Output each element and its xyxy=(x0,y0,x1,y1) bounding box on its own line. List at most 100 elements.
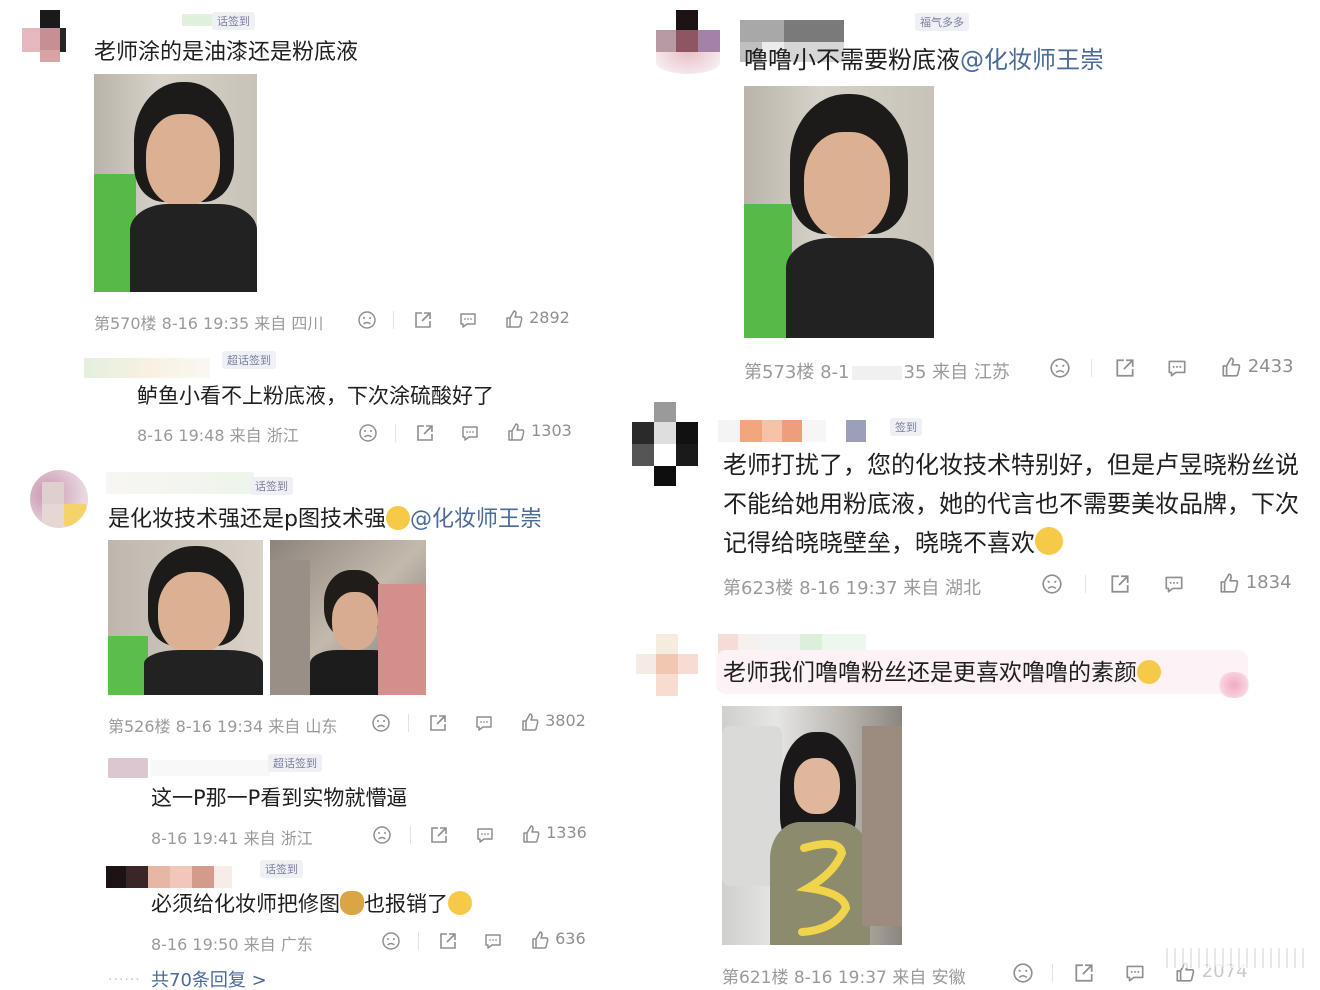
like-icon xyxy=(1218,572,1240,594)
like-button[interactable]: 2892 xyxy=(504,308,570,329)
dislike-icon[interactable] xyxy=(381,930,401,951)
reply-meta: 8-16 19:41 来自 浙江 xyxy=(151,825,313,849)
divider xyxy=(418,932,419,950)
supertopic-badge: 话签到 xyxy=(250,477,293,495)
reply-username-blur[interactable] xyxy=(150,760,270,776)
comment-icon[interactable] xyxy=(1124,962,1146,984)
like-button[interactable]: 1303 xyxy=(506,421,572,442)
timestamp: 8-16 19:37 xyxy=(793,968,887,988)
watermark-logo xyxy=(1160,938,1310,978)
more-replies-link[interactable]: 共70条回复 > xyxy=(151,966,267,990)
like-button[interactable]: 1834 xyxy=(1218,572,1292,594)
location: 来自 安徽 xyxy=(892,968,966,988)
location: 来自 江苏 xyxy=(932,362,1010,383)
timestamp: 8-16 19:48 xyxy=(137,426,225,445)
reply-meta: 8-16 19:48 来自 浙江 xyxy=(137,422,299,446)
share-icon[interactable] xyxy=(428,712,448,733)
user-avatar[interactable] xyxy=(636,634,698,696)
share-icon[interactable] xyxy=(415,422,435,443)
supertopic-badge: 超话签到 xyxy=(268,754,322,772)
comment-photo[interactable] xyxy=(722,706,902,945)
comment-icon[interactable] xyxy=(1166,357,1188,379)
comment-text: 老师我们噜噜粉丝还是更喜欢噜噜的素颜 xyxy=(723,660,1161,686)
reply-username-blur[interactable] xyxy=(106,866,232,888)
comment-icon[interactable] xyxy=(1163,573,1185,595)
comment-photo-2[interactable] xyxy=(270,540,426,695)
floor-number: 第526楼 xyxy=(108,717,171,736)
dislike-icon[interactable] xyxy=(1041,573,1063,595)
divider xyxy=(410,826,411,844)
location: 来自 湖北 xyxy=(903,578,982,599)
floor-number: 第623楼 xyxy=(723,578,794,599)
user-avatar[interactable] xyxy=(30,470,88,528)
mention-link[interactable]: @化妆师王崇 xyxy=(960,46,1104,74)
timestamp: 8-16 19:41 xyxy=(151,829,239,848)
bubble-decoration-icon xyxy=(1216,672,1252,698)
comment-meta: 第623楼 8-16 19:37 来自 湖北 xyxy=(723,574,981,600)
dislike-icon[interactable] xyxy=(1049,357,1071,379)
reply-username-blur[interactable] xyxy=(84,358,210,378)
floor-number: 第570楼 xyxy=(94,314,157,333)
timestamp-part: 35 xyxy=(903,362,927,383)
divider xyxy=(395,424,396,442)
reply-username-blur[interactable] xyxy=(108,758,148,778)
smirk-emoji-icon xyxy=(385,506,410,530)
comment-photo[interactable] xyxy=(94,74,257,292)
share-icon[interactable] xyxy=(438,930,458,951)
comment-photo-1[interactable] xyxy=(108,540,263,695)
comment-photo[interactable] xyxy=(744,86,934,338)
like-button[interactable]: 3802 xyxy=(520,711,586,732)
supertopic-badge: 话签到 xyxy=(260,860,303,878)
comment-icon[interactable] xyxy=(474,712,494,733)
comment-meta: 第570楼 8-16 19:35 来自 四川 xyxy=(94,310,323,334)
dislike-icon[interactable] xyxy=(372,824,392,845)
reply-meta: 8-16 19:50 来自 广东 xyxy=(151,931,313,955)
like-count: 2892 xyxy=(529,308,570,327)
share-icon[interactable] xyxy=(413,309,433,330)
like-count: 1303 xyxy=(531,421,572,440)
reply-text: 必须给化妆师把修图 也报销了 xyxy=(151,888,472,918)
like-icon xyxy=(504,309,524,329)
like-icon xyxy=(520,712,540,732)
reply-text: 鲈鱼小看不上粉底液，下次涂硫酸好了 xyxy=(137,384,494,408)
like-button[interactable]: 636 xyxy=(530,929,586,950)
dislike-icon[interactable] xyxy=(358,422,378,443)
user-avatar[interactable] xyxy=(632,402,698,486)
like-count: 2433 xyxy=(1247,356,1294,377)
comment-text: 噜噜小不需要粉底液@化妆师王崇 xyxy=(744,46,1104,74)
comment-meta: 第621楼 8-16 19:37 来自 安徽 xyxy=(722,963,966,988)
like-icon xyxy=(530,930,550,950)
like-icon xyxy=(521,824,541,844)
dislike-icon[interactable] xyxy=(371,712,391,733)
divider xyxy=(393,311,394,329)
timestamp-blur xyxy=(851,366,902,380)
location: 来自 山东 xyxy=(268,717,338,736)
user-avatar[interactable] xyxy=(656,10,720,74)
divider xyxy=(408,714,409,732)
laughing-emoji-icon xyxy=(448,891,472,915)
dislike-icon[interactable] xyxy=(1012,962,1034,984)
comment-icon[interactable] xyxy=(483,930,503,951)
username-blur[interactable] xyxy=(718,420,918,442)
location: 来自 四川 xyxy=(254,314,324,333)
share-icon[interactable] xyxy=(1073,962,1095,984)
supertopic-badge: 签到 xyxy=(890,418,922,436)
comment-icon[interactable] xyxy=(460,422,480,443)
timestamp: 8-16 19:50 xyxy=(151,935,239,954)
dislike-icon[interactable] xyxy=(357,309,377,330)
like-button[interactable]: 1336 xyxy=(521,823,587,844)
kissing-emoji-icon xyxy=(1035,527,1063,555)
money-bag-emoji-icon xyxy=(340,891,364,915)
mention-link[interactable]: @化妆师王崇 xyxy=(410,507,542,532)
share-icon[interactable] xyxy=(429,824,449,845)
like-icon xyxy=(506,422,526,442)
comment-icon[interactable] xyxy=(458,309,478,330)
like-count: 3802 xyxy=(545,711,586,730)
username-blur[interactable] xyxy=(106,472,254,494)
user-avatar[interactable] xyxy=(18,10,66,62)
share-icon[interactable] xyxy=(1114,357,1136,379)
share-icon[interactable] xyxy=(1109,573,1131,595)
like-button[interactable]: 2433 xyxy=(1220,356,1294,378)
location: 来自 广东 xyxy=(243,935,313,954)
comment-icon[interactable] xyxy=(475,824,495,845)
